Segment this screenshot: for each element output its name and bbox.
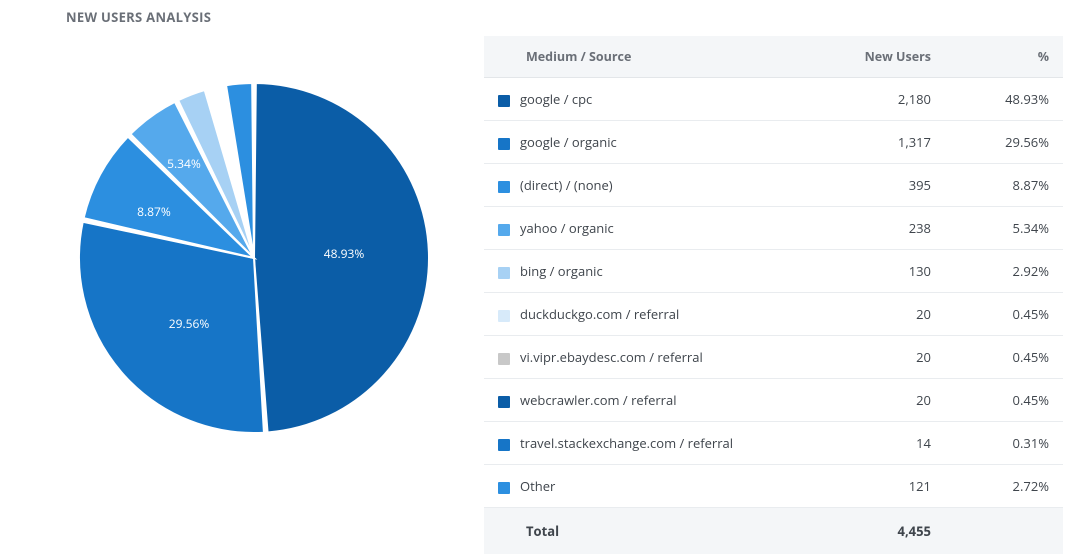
legend-swatch-icon — [498, 95, 510, 107]
col-pct: % — [945, 36, 1063, 78]
cell-users: 20 — [827, 293, 945, 336]
cell-users: 395 — [827, 164, 945, 207]
footer-pct — [945, 508, 1063, 554]
cell-pct: 29.56% — [945, 121, 1063, 164]
footer-label: Total — [484, 508, 827, 554]
table-row: duckduckgo.com / referral 200.45% — [484, 293, 1063, 336]
source-label: travel.stackexchange.com / referral — [520, 434, 733, 452]
legend-swatch-icon — [498, 310, 510, 322]
source-label: webcrawler.com / referral — [520, 391, 677, 409]
source-label: google / cpc — [520, 90, 592, 108]
table-row: yahoo / organic 2385.34% — [484, 207, 1063, 250]
pie-chart: 48.93% 29.56% 8.87% 5.34% — [44, 48, 454, 458]
cell-users: 1,317 — [827, 121, 945, 164]
col-users: New Users — [827, 36, 945, 78]
cell-pct: 8.87% — [945, 164, 1063, 207]
table-row: Other 1212.72% — [484, 465, 1063, 508]
source-label: yahoo / organic — [520, 219, 614, 237]
source-table: Medium / Source New Users % google / cpc… — [484, 36, 1063, 554]
cell-pct: 0.45% — [945, 336, 1063, 379]
source-label: (direct) / (none) — [520, 176, 613, 194]
cell-source: duckduckgo.com / referral — [484, 293, 827, 336]
cell-pct: 2.72% — [945, 465, 1063, 508]
legend-swatch-icon — [498, 181, 510, 193]
source-label: vi.vipr.ebaydesc.com / referral — [520, 348, 703, 366]
cell-source: travel.stackexchange.com / referral — [484, 422, 827, 465]
table-header-row: Medium / Source New Users % — [484, 36, 1063, 78]
cell-users: 20 — [827, 379, 945, 422]
cell-source: vi.vipr.ebaydesc.com / referral — [484, 336, 827, 379]
cell-pct: 0.45% — [945, 379, 1063, 422]
legend-swatch-icon — [498, 439, 510, 451]
source-label: duckduckgo.com / referral — [520, 305, 679, 323]
cell-source: bing / organic — [484, 250, 827, 293]
cell-pct: 48.93% — [945, 78, 1063, 121]
cell-users: 130 — [827, 250, 945, 293]
cell-source: google / organic — [484, 121, 827, 164]
cell-source: yahoo / organic — [484, 207, 827, 250]
legend-swatch-icon — [498, 224, 510, 236]
table-row: google / cpc 2,18048.93% — [484, 78, 1063, 121]
cell-pct: 5.34% — [945, 207, 1063, 250]
cell-source: webcrawler.com / referral — [484, 379, 827, 422]
pie-slice-label: 8.87% — [137, 203, 171, 220]
cell-users: 121 — [827, 465, 945, 508]
legend-swatch-icon — [498, 396, 510, 408]
pie-slice-label: 5.34% — [167, 155, 201, 172]
cell-source: Other — [484, 465, 827, 508]
cell-source: (direct) / (none) — [484, 164, 827, 207]
footer-users: 4,455 — [827, 508, 945, 554]
legend-swatch-icon — [498, 138, 510, 150]
table-row: webcrawler.com / referral 200.45% — [484, 379, 1063, 422]
cell-pct: 0.45% — [945, 293, 1063, 336]
legend-swatch-icon — [498, 267, 510, 279]
pie-chart-container: 48.93% 29.56% 8.87% 5.34% — [14, 36, 484, 458]
cell-pct: 0.31% — [945, 422, 1063, 465]
cell-users: 20 — [827, 336, 945, 379]
source-label: Other — [520, 477, 555, 495]
source-label: bing / organic — [520, 262, 603, 280]
cell-pct: 2.92% — [945, 250, 1063, 293]
table-row: (direct) / (none) 3958.87% — [484, 164, 1063, 207]
pie-slice-label: 48.93% — [324, 245, 365, 262]
table-row: vi.vipr.ebaydesc.com / referral 200.45% — [484, 336, 1063, 379]
table-row: travel.stackexchange.com / referral 140.3… — [484, 422, 1063, 465]
cell-users: 2,180 — [827, 78, 945, 121]
source-label: google / organic — [520, 133, 617, 151]
cell-source: google / cpc — [484, 78, 827, 121]
table-row: bing / organic 1302.92% — [484, 250, 1063, 293]
table-footer-row: Total 4,455 — [484, 508, 1063, 554]
legend-swatch-icon — [498, 482, 510, 494]
legend-swatch-icon — [498, 353, 510, 365]
col-source: Medium / Source — [484, 36, 827, 78]
pie-slice-label: 29.56% — [169, 315, 210, 332]
cell-users: 14 — [827, 422, 945, 465]
table-row: google / organic 1,31729.56% — [484, 121, 1063, 164]
cell-users: 238 — [827, 207, 945, 250]
section-title: NEW USERS ANALYSIS — [66, 8, 1063, 26]
